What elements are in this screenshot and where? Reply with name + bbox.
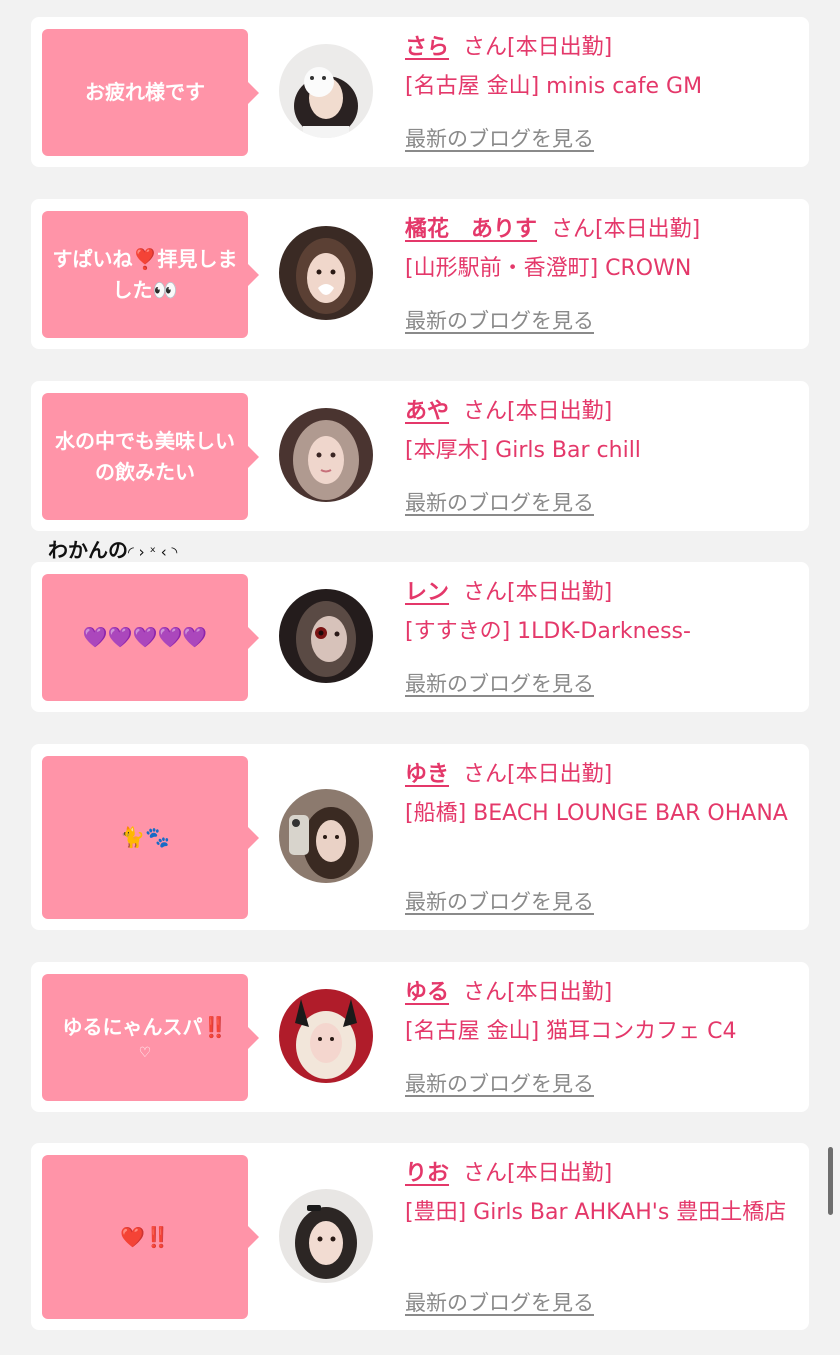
attendance-label: [本日出勤] <box>507 399 613 424</box>
shop-name[interactable]: [豊田] Girls Bar AHKAH's 豊田土橋店 <box>405 1195 795 1231</box>
girl-name-link[interactable]: あや <box>405 399 449 424</box>
attendance-label: [本日出勤] <box>507 580 613 605</box>
message-bubble: ゆるにゃんスパ‼️ ♡ <box>42 974 259 1101</box>
name-suffix: さん <box>463 980 508 1005</box>
girl-name-link[interactable]: さら <box>405 35 449 60</box>
avatar[interactable] <box>279 408 373 502</box>
girl-name-link[interactable]: ゆる <box>405 980 449 1005</box>
message-bubble: 水の中でも美味しいの飲みたい <box>42 393 259 520</box>
message-text: ゆるにゃんスパ‼️ <box>62 1015 228 1039</box>
avatar[interactable] <box>279 1189 373 1283</box>
message-text: お疲れ様です <box>85 80 205 104</box>
floating-comment-kaomoji: ◜ › ˣ ‹ ◝ <box>128 543 178 561</box>
attendance-label: [本日出勤] <box>507 980 613 1005</box>
message-text: 💜💜💜💜💜 <box>82 625 208 649</box>
message-bubble: 💜💜💜💜💜 <box>42 574 259 701</box>
message-bubble: すぱいね❣️拝見しました👀 <box>42 211 259 338</box>
message-bubble: 🐈🐾 <box>42 756 259 919</box>
attendance-label: [本日出勤] <box>507 762 613 787</box>
shop-name[interactable]: [山形駅前・香澄町] CROWN <box>405 251 795 287</box>
blog-link[interactable]: 最新のブログを見る <box>405 886 594 916</box>
shop-name[interactable]: [すすきの] 1LDK-Darkness- <box>405 614 795 650</box>
name-suffix: さん <box>463 399 508 424</box>
girl-name-link[interactable]: ゆき <box>405 762 449 787</box>
blog-link[interactable]: 最新のブログを見る <box>405 123 594 153</box>
shop-name[interactable]: [船橋] BEACH LOUNGE BAR OHANA <box>405 796 795 832</box>
shop-name[interactable]: [名古屋 金山] minis cafe GM <box>405 69 795 105</box>
attendance-label: [本日出勤] <box>507 35 613 60</box>
girl-card[interactable]: 🐈🐾 ゆき さん[本日出勤] [船橋] BEACH LOUNGE BAR OHAN… <box>31 744 809 930</box>
message-heart: ♡ <box>138 1045 152 1061</box>
shop-name[interactable]: [本厚木] Girls Bar chill <box>405 433 795 469</box>
vertical-scrollbar[interactable] <box>828 1147 833 1215</box>
avatar[interactable] <box>279 44 373 138</box>
message-text: 水の中でも美味しいの飲みたい <box>55 428 235 484</box>
girl-card[interactable]: 水の中でも美味しいの飲みたい あや さん[本日出勤] [本厚木] Girls Ba… <box>31 381 809 531</box>
girl-name-link[interactable]: 橘花 ありす <box>405 217 537 242</box>
girl-card[interactable]: お疲れ様です さら さん[本日出勤] [名古屋 金山] minis cafe GM… <box>31 17 809 167</box>
girl-card[interactable]: ❤️‼️ りお さん[本日出勤] [豊田] Girls Bar AHKAH's 豊… <box>31 1143 809 1330</box>
name-suffix: さん <box>463 580 508 605</box>
attendance-label: [本日出勤] <box>507 1161 613 1186</box>
shop-name[interactable]: [名古屋 金山] 猫耳コンカフェ C4 <box>405 1014 795 1050</box>
floating-comment-text: わかんの <box>48 538 128 562</box>
blog-link[interactable]: 最新のブログを見る <box>405 1068 594 1098</box>
blog-link[interactable]: 最新のブログを見る <box>405 487 594 517</box>
name-suffix: さん <box>463 35 508 60</box>
girl-name-link[interactable]: りお <box>405 1161 449 1186</box>
message-text: 🐈🐾 <box>120 825 170 849</box>
blog-link[interactable]: 最新のブログを見る <box>405 668 594 698</box>
message-bubble: お疲れ様です <box>42 29 259 156</box>
name-suffix: さん <box>551 217 596 242</box>
blog-link[interactable]: 最新のブログを見る <box>405 305 594 335</box>
avatar[interactable] <box>279 989 373 1083</box>
blog-link[interactable]: 最新のブログを見る <box>405 1287 594 1317</box>
name-suffix: さん <box>463 1161 508 1186</box>
message-text: すぱいね❣️拝見しました👀 <box>52 246 238 302</box>
girl-name-link[interactable]: レン <box>405 580 449 605</box>
name-suffix: さん <box>463 762 508 787</box>
girl-card[interactable]: すぱいね❣️拝見しました👀 橘花 ありす さん[本日出勤] [山形駅前・香澄町] … <box>31 199 809 349</box>
avatar[interactable] <box>279 226 373 320</box>
girl-card[interactable]: 💜💜💜💜💜 レン さん[本日出勤] [すすきの] 1LDK-Darkness- 最… <box>31 562 809 712</box>
message-text: ❤️‼️ <box>120 1224 170 1249</box>
attendance-label: [本日出勤] <box>595 217 701 242</box>
girl-card[interactable]: ゆるにゃんスパ‼️ ♡ ゆる さん[本日出勤] [名古屋 金山] 猫耳コンカフェ … <box>31 962 809 1112</box>
avatar[interactable] <box>279 789 373 883</box>
avatar[interactable] <box>279 589 373 683</box>
message-bubble: ❤️‼️ <box>42 1155 259 1319</box>
